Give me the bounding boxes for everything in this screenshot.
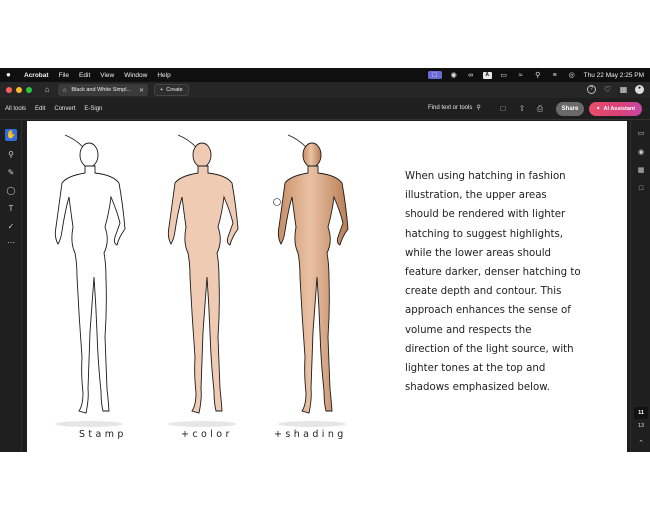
document-page[interactable]: Stamp +color +shading When using hatchin… (27, 121, 627, 452)
screen: ● Acrobat File Edit View Window Help □ ◉… (0, 68, 650, 452)
find-label: Find text or tools (428, 104, 473, 111)
control-center-icon[interactable]: ≡ (550, 71, 560, 79)
save-icon[interactable]: □ (498, 104, 508, 114)
caption-color: +color (181, 429, 233, 440)
attachment-icon[interactable]: □ (636, 184, 646, 194)
tab-document[interactable]: ☆ Black and White Simpl... ✕ (58, 84, 148, 96)
ai-assistant-label: AI Assistant (603, 106, 636, 112)
tab-bar: ⌂ ☆ Black and White Simpl... ✕ + Create … (0, 82, 650, 98)
upload-icon[interactable]: ⇧ (517, 104, 527, 114)
figure-shading (273, 134, 349, 427)
menu-window[interactable]: Window (124, 72, 147, 79)
menu-app-name[interactable]: Acrobat (24, 72, 49, 79)
figure-stamp (54, 134, 126, 427)
body-paragraph: When using hatching in fashion illustrat… (405, 167, 590, 397)
chevron-up-icon[interactable]: ⌃ (636, 439, 646, 449)
pen-tool-icon[interactable]: ✎ (5, 167, 17, 179)
body-line: create depth and contour. This (405, 286, 562, 298)
more-tools-icon[interactable]: ⋯ (5, 237, 17, 249)
ai-assistant-button[interactable]: ✦ AI Assistant (589, 102, 642, 116)
menu-clock[interactable]: Thu 22 May 2:25 PM (584, 72, 644, 79)
current-page-number[interactable]: 11 (634, 407, 648, 419)
caption-stamp: Stamp (79, 429, 127, 440)
bell-icon[interactable]: ♡ (603, 85, 612, 94)
avatar[interactable]: ● (635, 85, 644, 94)
body-line: direction of the light source, with (405, 343, 574, 355)
menu-edit[interactable]: Edit (79, 72, 90, 79)
cursor-ring-icon (273, 198, 281, 206)
record-icon[interactable]: ◉ (449, 71, 459, 79)
text-tool-icon[interactable]: T (5, 203, 17, 215)
close-window-button[interactable] (6, 87, 12, 93)
hand-tool-icon[interactable]: ✋ (5, 129, 17, 141)
body-line: approach enhances the sense of (405, 305, 571, 317)
apple-menu-icon[interactable]: ● (6, 71, 14, 79)
body-line: lighter tones at the top and (405, 363, 546, 375)
figure-color (167, 134, 239, 427)
body-line: while the lower areas should (405, 247, 552, 259)
left-tool-rail: ✋ ⚲ ✎ ◯ T ✓ ⋯ (0, 121, 22, 452)
minimize-window-button[interactable] (16, 87, 22, 93)
create-tab-button[interactable]: + Create (154, 84, 189, 96)
star-icon[interactable]: ☆ (62, 87, 67, 94)
body-line: volume and respects the (405, 324, 532, 336)
zoom-tool-icon[interactable]: ⚲ (5, 149, 17, 161)
close-tab-icon[interactable]: ✕ (139, 87, 144, 94)
menu-file[interactable]: File (59, 72, 69, 79)
print-icon[interactable]: ⎙ (535, 104, 545, 114)
keyboard-input-icon[interactable]: A (482, 71, 492, 79)
esign-link[interactable]: E-Sign (84, 106, 102, 112)
fill-sign-icon[interactable]: ✓ (5, 221, 17, 233)
menu-help[interactable]: Help (157, 72, 170, 79)
plus-icon: + (160, 87, 164, 93)
edit-link[interactable]: Edit (35, 106, 45, 112)
fashion-figures-illustration (54, 134, 349, 427)
body-line: should be rendered with lighter (405, 209, 566, 221)
create-label: Create (166, 87, 183, 93)
all-tools-link[interactable]: All tools (5, 106, 26, 112)
find-tools-search[interactable]: Find text or tools ⚲ (428, 104, 481, 112)
macos-menu-bar: ● Acrobat File Edit View Window Help □ ◉… (0, 68, 650, 82)
convert-link[interactable]: Convert (54, 106, 75, 112)
screen-share-icon[interactable]: □ (427, 71, 442, 79)
pages-icon[interactable]: ▦ (636, 166, 646, 176)
zoom-window-button[interactable] (26, 87, 32, 93)
body-line: When using hatching in fashion (405, 171, 566, 182)
bookmark-icon[interactable]: ◉ (636, 148, 646, 158)
apps-grid-icon[interactable]: ▦ (619, 85, 628, 94)
battery-icon[interactable]: ▭ (499, 71, 509, 79)
comment-icon[interactable]: ▭ (636, 129, 646, 139)
search-icon: ⚲ (476, 105, 481, 111)
body-line: feature darker, denser hatching to (405, 267, 581, 279)
tools-bar: All tools Edit Convert E-Sign Find text … (0, 98, 650, 120)
caption-row: Stamp +color +shading (27, 429, 387, 443)
menu-view[interactable]: View (100, 72, 114, 79)
total-pages: 13 (637, 423, 645, 429)
wifi-icon[interactable]: ≈ (516, 71, 526, 79)
body-line: hatching to suggest highlights, (405, 228, 564, 240)
tab-document-title: Black and White Simpl... (71, 87, 131, 93)
caption-shading: +shading (274, 429, 347, 440)
status-area: □ ◉ ∞ A ▭ ≈ ⚲ ≡ ◎ Thu 22 May 2:25 PM (427, 68, 644, 82)
body-line: illustration, the upper areas (405, 190, 547, 202)
creative-cloud-icon[interactable]: ∞ (466, 71, 476, 79)
body-line: shadows emphasized below. (405, 382, 550, 394)
right-rail: ▭ ◉ ▦ □ 11 13 ⌃ (630, 121, 650, 452)
tabbar-right-icons: ? ♡ ▦ ● (587, 85, 644, 94)
share-button[interactable]: Share (556, 102, 584, 116)
search-icon[interactable]: ⚲ (533, 71, 543, 79)
lasso-tool-icon[interactable]: ◯ (5, 185, 17, 197)
home-icon[interactable]: ⌂ (42, 85, 52, 95)
siri-icon[interactable]: ◎ (567, 71, 577, 79)
sparkle-icon: ✦ (595, 106, 601, 112)
help-icon[interactable]: ? (587, 85, 596, 94)
